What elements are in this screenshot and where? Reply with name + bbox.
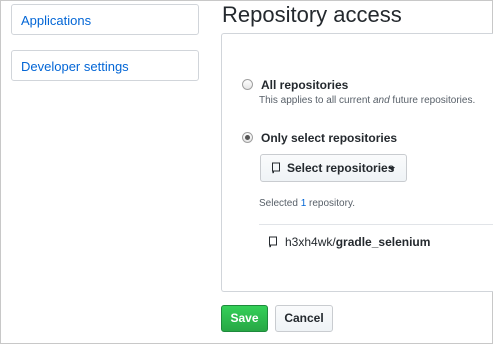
selected-repo-row: h3xh4wk/gradle_selenium [259,224,493,258]
sidebar-item-developer-settings[interactable]: Developer settings [11,50,199,81]
sidebar-item-applications[interactable]: Applications [11,4,199,35]
select-repositories-label: Select repositories [287,161,395,175]
option-label-only-select-repositories[interactable]: Only select repositories [261,131,397,145]
select-repositories-button[interactable]: Select repositories [260,154,407,182]
save-button[interactable]: Save [221,305,268,332]
option-description: This applies to all current and future r… [259,95,476,106]
caret-down-icon [389,167,395,171]
repo-icon [268,236,278,248]
radio-all-repositories[interactable] [242,79,253,90]
repo-full-name: h3xh4wk/gradle_selenium [285,235,431,249]
repo-icon [271,162,281,174]
cancel-button[interactable]: Cancel [275,305,333,332]
selected-count-text: Selected 1 repository. [259,198,355,209]
option-label-all-repositories[interactable]: All repositories [261,78,348,92]
page-title: Repository access [222,2,402,27]
radio-only-select-repositories[interactable] [242,132,253,143]
